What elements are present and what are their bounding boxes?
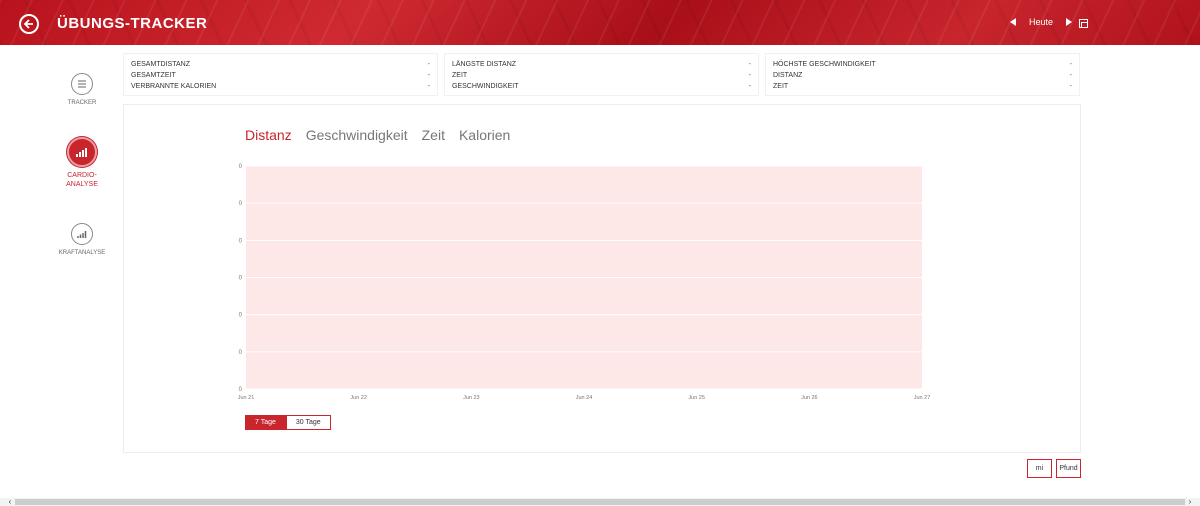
- sidebar-item-tracker[interactable]: TRACKER: [52, 73, 112, 108]
- chart-panel: Distanz Geschwindigkeit Zeit Kalorien 00…: [123, 104, 1081, 453]
- back-button[interactable]: [19, 14, 39, 34]
- scroll-right-icon[interactable]: ›: [1186, 498, 1194, 506]
- y-tick-label: 0: [239, 387, 243, 393]
- x-tick-label: Jun 24: [576, 395, 593, 401]
- stat-row: ZEIT -: [773, 83, 1072, 90]
- scrollbar-thumb[interactable]: [15, 499, 1185, 505]
- y-tick-label: 0: [239, 350, 243, 356]
- app-title: ÜBUNGS-TRACKER: [57, 15, 208, 32]
- x-tick-label: Jun 27: [914, 395, 931, 401]
- sidebar-item-label: CARDIO-ANALYSE: [66, 172, 98, 188]
- bar-chart-icon: [71, 223, 93, 245]
- scroll-left-icon[interactable]: ‹: [6, 498, 14, 506]
- y-tick-label: 0: [239, 238, 243, 244]
- y-tick-label: 0: [239, 164, 243, 170]
- stat-row: DISTANZ -: [773, 72, 1072, 79]
- stat-row: ZEIT -: [452, 72, 751, 79]
- previous-day-icon[interactable]: [1009, 18, 1016, 26]
- date-navigator: Heute: [1009, 17, 1072, 27]
- x-tick-label: Jun 23: [463, 395, 480, 401]
- today-label[interactable]: Heute: [1024, 17, 1058, 27]
- sidebar-item-kraftanalyse[interactable]: KRAFTANALYSE: [52, 223, 112, 258]
- horizontal-scrollbar[interactable]: ‹ ›: [0, 498, 1200, 506]
- stat-row: GESAMTDISTANZ -: [131, 61, 430, 68]
- stat-row: HÖCHSTE GESCHWINDIGKEIT -: [773, 61, 1072, 68]
- unit-pounds-button[interactable]: Pfund: [1056, 459, 1081, 478]
- stats-card-top-speed: HÖCHSTE GESCHWINDIGKEIT - DISTANZ - ZEIT -: [765, 53, 1080, 96]
- stat-row: GESCHWINDIGKEIT -: [452, 83, 751, 90]
- next-day-icon[interactable]: [1066, 18, 1072, 26]
- x-tick-label: Jun 25: [688, 395, 705, 401]
- range-toggle: 7 Tage 30 Tage: [245, 415, 331, 430]
- list-icon: [71, 73, 93, 95]
- x-tick-label: Jun 21: [238, 395, 255, 401]
- stat-row: VERBRANNTE KALORIEN -: [131, 83, 430, 90]
- bar-chart-icon: [67, 137, 97, 167]
- stat-row: LÄNGSTE DISTANZ -: [452, 61, 751, 68]
- stats-card-totals: GESAMTDISTANZ - GESAMTZEIT - VERBRANNTE KA…: [123, 53, 438, 96]
- sidebar-item-label: KRAFTANALYSE: [58, 250, 106, 256]
- y-tick-label: 0: [239, 313, 243, 319]
- distance-chart: 0 0 0 0 0 0 0 Jun 21 Jun 22 Jun 23 Jun 24 Jun 25 Jun…: [238, 164, 931, 401]
- stats-card-longest-distance: LÄNGSTE DISTANZ - ZEIT - GESCHWINDIGKEIT -: [444, 53, 759, 96]
- unit-miles-button[interactable]: mi: [1027, 459, 1052, 478]
- stat-row: GESAMTZEIT -: [131, 72, 430, 79]
- app-header: ÜBUNGS-TRACKER Heute: [0, 0, 1200, 45]
- back-arrow-icon: [23, 19, 33, 29]
- x-tick-label: Jun 22: [350, 395, 367, 401]
- y-tick-label: 0: [239, 201, 243, 207]
- range-30-days-button[interactable]: 30 Tage: [285, 415, 331, 430]
- x-tick-label: Jun 26: [801, 395, 818, 401]
- sidebar-item-label: TRACKER: [67, 100, 97, 106]
- sidebar-item-cardio-analyse[interactable]: CARDIO-ANALYSE: [52, 137, 112, 189]
- y-tick-label: 0: [239, 276, 243, 282]
- range-7-days-button[interactable]: 7 Tage: [245, 415, 286, 430]
- calendar-icon[interactable]: [1079, 19, 1088, 28]
